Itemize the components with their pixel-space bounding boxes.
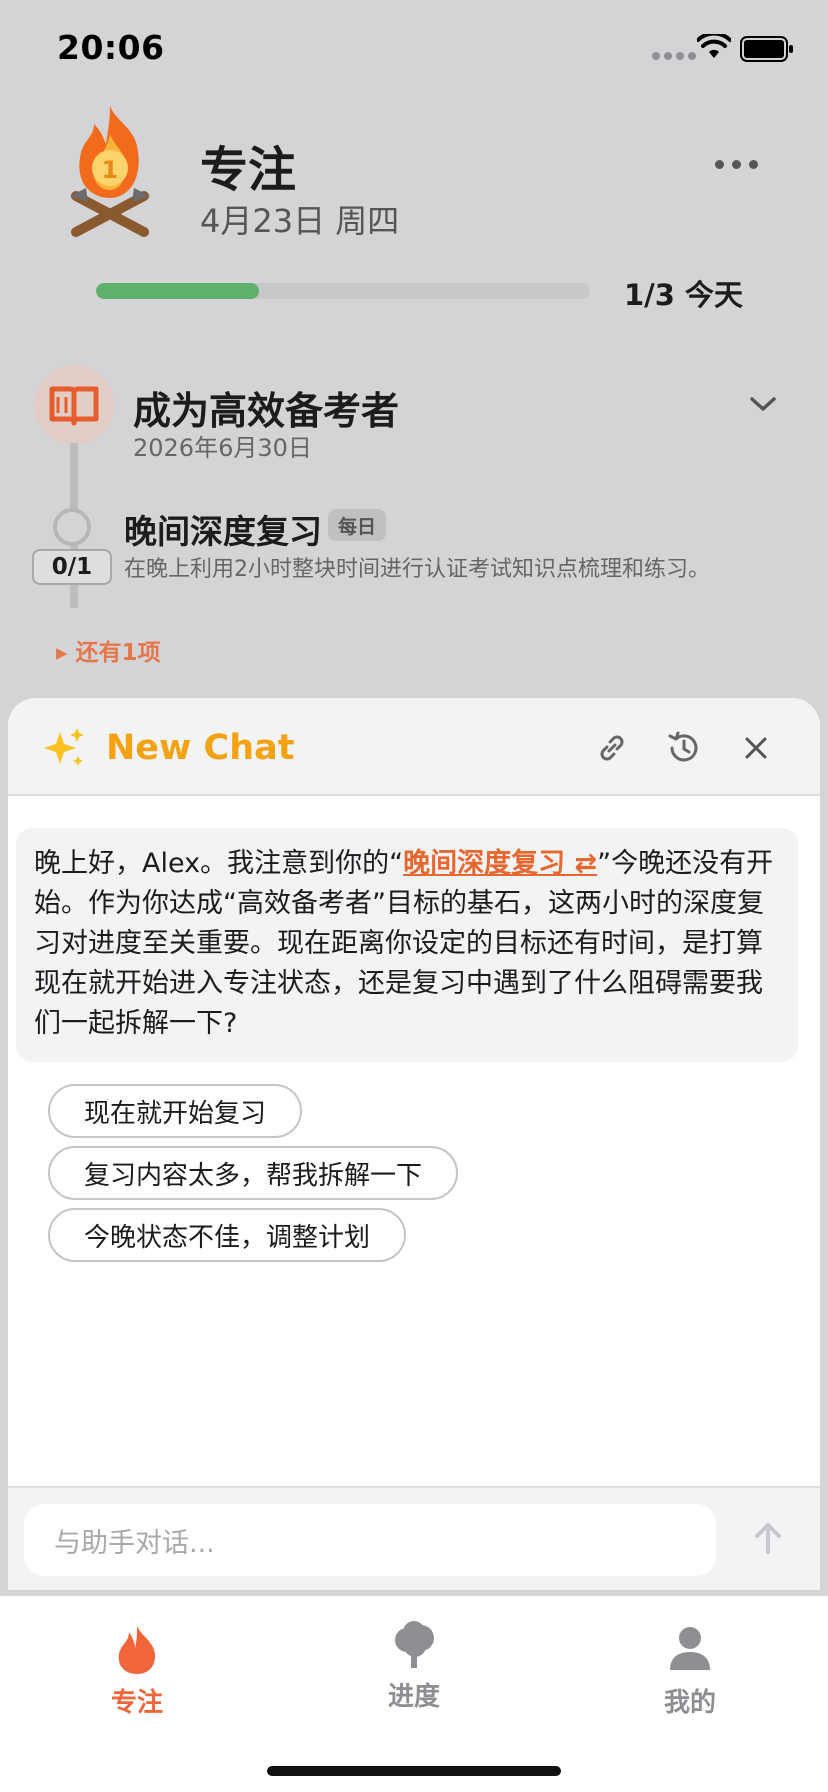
home-indicator[interactable] <box>267 1766 561 1776</box>
goal-book-icon <box>34 365 114 445</box>
more-items-toggle[interactable]: ▸ 还有1项 <box>56 633 161 667</box>
chat-input[interactable]: 与助手对话... <box>24 1504 716 1576</box>
progress-fill <box>96 283 260 299</box>
svg-text:1: 1 <box>102 156 119 184</box>
battery-icon <box>740 36 793 62</box>
chat-input-bar: 与助手对话... <box>8 1486 820 1590</box>
tree-icon <box>395 1621 434 1668</box>
task-link[interactable]: 晚间深度复习 ⇄ <box>403 848 597 879</box>
task-description: 在晚上利用2小时整块时间进行认证考试知识点梳理和练习。 <box>124 557 710 582</box>
suggestion-chip[interactable]: 现在就开始复习 <box>48 1084 303 1138</box>
cellular-signal-icon <box>652 52 696 60</box>
progress-text: 1/3 今天 <box>624 278 744 312</box>
chat-header: New Chat <box>8 698 820 796</box>
more-options-button[interactable] <box>715 160 758 169</box>
tab-label: 专注 <box>110 1688 163 1718</box>
tab-label: 进度 <box>387 1682 440 1712</box>
task-title[interactable]: 晚间深度复习 <box>124 505 322 553</box>
chat-sheet: New Chat 晚上好，Alex。我注意到你的“晚间深度复习 ⇄”今晚还没有开… <box>8 698 820 1590</box>
wifi-icon <box>697 34 731 58</box>
link-icon[interactable] <box>592 728 632 768</box>
page-title: 专注 <box>200 142 297 198</box>
campfire-streak-icon: 1 <box>70 106 150 237</box>
suggestion-chip[interactable]: 今晚状态不佳，调整计划 <box>48 1208 407 1262</box>
task-frequency-tag: 每日 <box>328 509 387 541</box>
goal-title[interactable]: 成为高效备考者 <box>133 380 399 435</box>
tab-progress[interactable]: 进度 <box>344 1620 484 1713</box>
history-icon[interactable] <box>664 728 704 768</box>
daily-progress-bar <box>96 283 590 299</box>
suggestion-chip[interactable]: 复习内容太多，帮我拆解一下 <box>48 1146 459 1200</box>
task-count-badge: 0/1 <box>32 549 112 585</box>
person-icon <box>670 1627 710 1670</box>
message-text-part1: 晚上好，Alex。我注意到你的“ <box>34 848 404 879</box>
page-date: 4月23日 周四 <box>200 202 400 240</box>
sparkles-icon <box>44 728 84 766</box>
tab-label: 我的 <box>663 1688 716 1718</box>
tab-profile[interactable]: 我的 <box>620 1624 760 1719</box>
tab-focus[interactable]: 专注 <box>67 1624 207 1719</box>
chat-title: New Chat <box>106 728 295 768</box>
flame-icon <box>118 1626 155 1674</box>
send-arrow-icon[interactable] <box>748 1518 788 1558</box>
assistant-message: 晚上好，Alex。我注意到你的“晚间深度复习 ⇄”今晚还没有开始。作为你达成“高… <box>16 828 798 1062</box>
goal-due-date: 2026年6月30日 <box>133 434 312 462</box>
close-icon[interactable] <box>736 728 776 768</box>
status-time: 20:06 <box>57 28 165 67</box>
chevron-down-icon[interactable] <box>748 395 778 415</box>
tab-bar: 专注 进度 我的 <box>0 1596 828 1792</box>
task-check-circle[interactable] <box>53 508 91 546</box>
